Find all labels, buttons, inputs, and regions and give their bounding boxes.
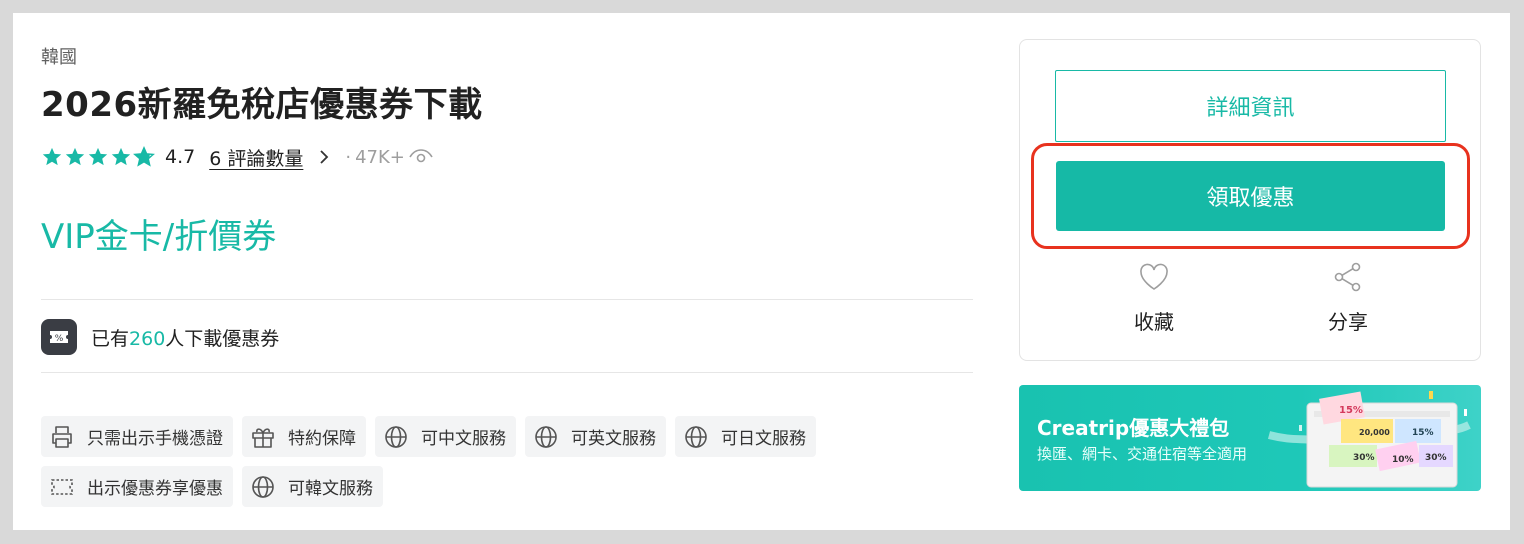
promo-subtitle: 換匯、網卡、交通住宿等全適用 — [1037, 445, 1248, 463]
feature-tags: 只需出示手機憑證 特約保障 可中文服務 可英文服務 可日文服務 出示優惠券享優惠 — [41, 416, 973, 507]
product-name: VIP金卡/折價券 — [41, 217, 277, 257]
gift-icon — [252, 427, 274, 448]
promo-title: Creatrip優惠大禮包 — [1037, 416, 1230, 440]
product-card: 韓國 2026新羅免稅店優惠券下載 4.7 6 評論數量 · 47K+ VIP金… — [13, 13, 1510, 530]
rating-row: 4.7 6 評論數量 · 47K+ — [41, 144, 433, 171]
tag-guarantee: 特約保障 — [242, 416, 366, 457]
tag-english-service: 可英文服務 — [525, 416, 666, 457]
half-star-icon — [133, 146, 155, 167]
view-count: · 47K+ — [345, 147, 433, 168]
action-panel: 詳細資訊 領取優惠 收藏 分享 — [1019, 39, 1481, 361]
tag-label: 特約保障 — [288, 429, 356, 449]
globe-icon — [252, 475, 274, 498]
page-title: 2026新羅免稅店優惠券下載 — [41, 85, 483, 125]
coupon-value: 15% — [1339, 405, 1363, 416]
coupon-card: 30% — [1419, 445, 1453, 467]
coupon-value: 10% — [1392, 455, 1414, 465]
heart-icon — [1140, 263, 1168, 290]
share-button[interactable]: 分享 — [1308, 260, 1388, 335]
tag-label: 只需出示手機憑證 — [87, 429, 223, 449]
download-prefix: 已有 — [91, 327, 130, 350]
rating-score: 4.7 — [165, 146, 196, 168]
star-icon — [42, 147, 62, 166]
ticket-icon — [51, 478, 73, 495]
coupon-icon: % — [41, 319, 77, 355]
coupon-box-illustration: 15% 20,000 15% 30% 10% 30% — [1267, 391, 1471, 488]
favorite-button[interactable]: 收藏 — [1114, 260, 1194, 335]
product-info: 韓國 2026新羅免稅店優惠券下載 4.7 6 評論數量 · 47K+ VIP金… — [41, 13, 973, 530]
tag-chinese-service: 可中文服務 — [375, 416, 516, 457]
tag-show-coupon: 出示優惠券享優惠 — [41, 466, 233, 507]
eye-icon — [409, 149, 433, 163]
view-count-value: 47K+ — [355, 146, 405, 168]
tag-label: 可中文服務 — [421, 429, 506, 449]
star-icon — [111, 147, 131, 166]
reviews-link[interactable]: 6 評論數量 — [209, 144, 303, 171]
details-button[interactable]: 詳細資訊 — [1055, 70, 1446, 142]
download-count-text: 已有260人下載優惠券 — [91, 324, 279, 351]
tag-label: 可韓文服務 — [288, 479, 373, 499]
svg-text:%: % — [55, 334, 64, 344]
download-suffix: 人下載優惠券 — [165, 327, 280, 350]
coupon-value: 20,000 — [1359, 428, 1390, 437]
coupon-card: 15% — [1395, 419, 1441, 443]
divider — [41, 299, 973, 300]
download-count: 260 — [129, 327, 166, 350]
separator-dot: · — [345, 146, 352, 168]
coupon-card: 20,000 — [1341, 419, 1393, 443]
tag-label: 出示優惠券享優惠 — [87, 479, 223, 499]
globe-icon — [685, 425, 707, 448]
coupon-value: 30% — [1425, 453, 1447, 463]
chevron-right-icon[interactable] — [317, 148, 331, 166]
tag-label: 可英文服務 — [571, 429, 656, 449]
tag-japanese-service: 可日文服務 — [675, 416, 816, 457]
share-icon — [1334, 262, 1361, 292]
star-icon — [65, 147, 85, 166]
breadcrumb-country[interactable]: 韓國 — [41, 43, 77, 69]
coupon-value: 30% — [1353, 453, 1375, 463]
globe-icon — [535, 425, 557, 448]
globe-icon — [385, 425, 407, 448]
coupon-card: 30% — [1329, 445, 1377, 467]
coupon-value: 15% — [1412, 428, 1434, 438]
claim-coupon-button[interactable]: 領取優惠 — [1056, 161, 1445, 231]
download-count-row: % 已有260人下載優惠券 — [41, 319, 279, 355]
promo-banner[interactable]: Creatrip優惠大禮包 換匯、網卡、交通住宿等全適用 15% 20,000 … — [1019, 385, 1481, 491]
divider — [41, 372, 973, 373]
tag-label: 可日文服務 — [721, 429, 806, 449]
favorite-label: 收藏 — [1134, 310, 1174, 334]
tag-mobile-voucher: 只需出示手機憑證 — [41, 416, 233, 457]
star-icon — [88, 147, 108, 166]
printer-icon — [52, 425, 72, 448]
tag-korean-service: 可韓文服務 — [242, 466, 383, 507]
share-label: 分享 — [1328, 310, 1368, 334]
star-rating — [41, 146, 155, 168]
